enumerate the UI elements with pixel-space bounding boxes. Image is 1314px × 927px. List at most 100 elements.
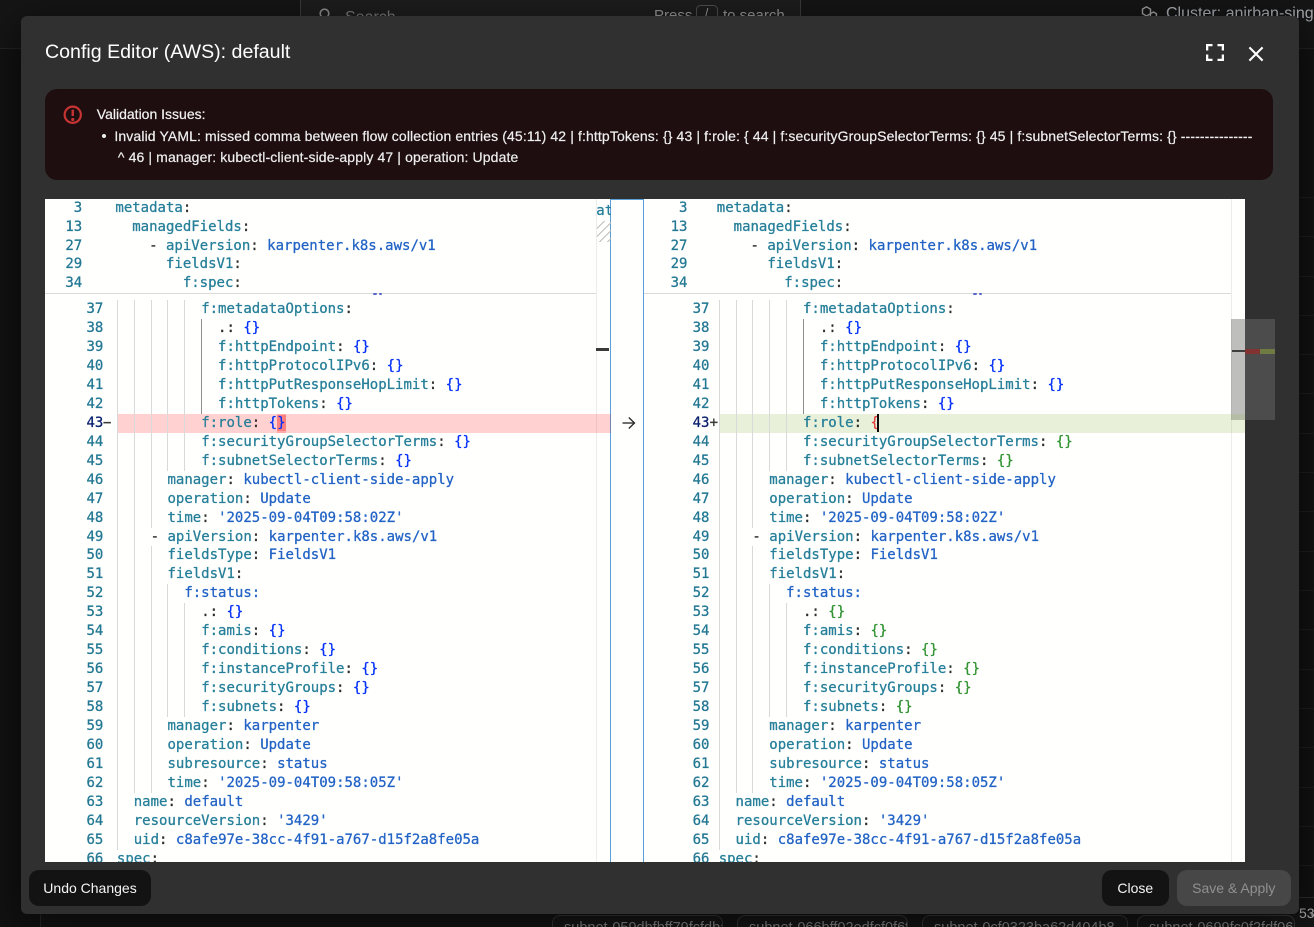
line-number[interactable]: 66: [45, 850, 103, 862]
code-line[interactable]: name: default: [117, 793, 243, 812]
code-line[interactable]: subresource: status: [719, 755, 930, 774]
save-apply-button[interactable]: Save & Apply: [1177, 870, 1292, 906]
code-line[interactable]: uid: c8afe97e-38cc-4f91-a767-d15f2a8fe05…: [719, 831, 1081, 850]
code-line[interactable]: f:httpTokens: {}: [719, 395, 955, 414]
line-number[interactable]: 49: [644, 528, 709, 547]
code-line[interactable]: .: {}: [117, 603, 243, 622]
close-button[interactable]: Close: [1102, 870, 1169, 906]
line-number[interactable]: 65: [45, 831, 103, 850]
code-line[interactable]: resourceVersion: '3429': [719, 812, 930, 831]
line-number[interactable]: 38: [644, 319, 709, 338]
line-number[interactable]: 49: [45, 528, 103, 547]
line-number[interactable]: 58: [644, 698, 709, 717]
line-number[interactable]: 44: [45, 433, 103, 452]
code-line[interactable]: time: '2025-09-04T09:58:05Z': [117, 774, 404, 793]
line-number[interactable]: 50: [644, 546, 709, 565]
line-number[interactable]: 45: [45, 452, 103, 471]
code-line[interactable]: time: '2025-09-04T09:58:02Z': [719, 509, 1006, 528]
line-number[interactable]: 41: [644, 376, 709, 395]
sticky-code-line[interactable]: f:spec:: [717, 274, 843, 293]
code-line[interactable]: f:role: {: [719, 414, 879, 433]
code-line[interactable]: subresource: status: [117, 755, 328, 774]
line-number[interactable]: 65: [644, 831, 709, 850]
line-number[interactable]: 58: [45, 698, 103, 717]
line-number[interactable]: 51: [45, 565, 103, 584]
code-line[interactable]: f:subnets: {}: [117, 698, 311, 717]
line-number[interactable]: 46: [644, 471, 709, 490]
line-number[interactable]: 45: [644, 452, 709, 471]
line-number[interactable]: 46: [45, 471, 103, 490]
line-number[interactable]: 44: [644, 433, 709, 452]
line-number[interactable]: 57: [45, 679, 103, 698]
line-number[interactable]: 48: [644, 509, 709, 528]
code-line[interactable]: f:securityGroups: {}: [719, 679, 972, 698]
line-number[interactable]: 42: [644, 395, 709, 414]
line-number[interactable]: 42: [45, 395, 103, 414]
line-number[interactable]: 52: [45, 584, 103, 603]
code-line[interactable]: manager: karpenter: [719, 717, 921, 736]
line-number[interactable]: 56: [45, 660, 103, 679]
close-icon[interactable]: [1248, 46, 1264, 62]
line-number[interactable]: 60: [45, 736, 103, 755]
code-line[interactable]: f:metadataOptions:: [117, 300, 353, 319]
code-line[interactable]: f:metadataOptions:: [719, 300, 955, 319]
line-number[interactable]: 62: [45, 774, 103, 793]
code-line[interactable]: f:securityGroupSelectorTerms: {}: [117, 433, 471, 452]
revert-arrow-icon[interactable]: [621, 415, 636, 431]
line-number[interactable]: 37: [644, 300, 709, 319]
code-line[interactable]: operation: Update: [117, 490, 311, 509]
code-line[interactable]: spec:: [117, 850, 159, 862]
sticky-code-line[interactable]: fieldsV1:: [115, 255, 241, 274]
code-line[interactable]: fieldsV1:: [117, 565, 243, 584]
code-line[interactable]: name: default: [719, 793, 845, 812]
code-line[interactable]: - apiVersion: karpenter.k8s.aws/v1: [719, 528, 1039, 547]
line-number[interactable]: 43: [644, 414, 709, 433]
original-editor-pane[interactable]: 3metadata:13 managedFields:27 - apiVersi…: [45, 199, 611, 862]
line-number[interactable]: 39: [45, 338, 103, 357]
line-number[interactable]: 37: [45, 300, 103, 319]
sticky-code-line[interactable]: f:spec:: [115, 274, 241, 293]
code-line[interactable]: operation: Update: [719, 490, 913, 509]
code-line[interactable]: spec:: [719, 850, 761, 862]
sticky-code-line[interactable]: managedFields:: [717, 218, 852, 237]
line-number[interactable]: 47: [45, 490, 103, 509]
line-number[interactable]: 43: [45, 414, 103, 433]
line-number[interactable]: 39: [644, 338, 709, 357]
code-line[interactable]: f:securityGroups: {}: [117, 679, 370, 698]
code-line[interactable]: f:securityGroupSelectorTerms: {}: [719, 433, 1073, 452]
sticky-code-line[interactable]: - apiVersion: karpenter.k8s.aws/v1: [717, 237, 1037, 256]
line-number[interactable]: 40: [45, 357, 103, 376]
code-line[interactable]: f:httpPutResponseHopLimit: {}: [719, 376, 1065, 395]
line-number[interactable]: 41: [45, 376, 103, 395]
code-line[interactable]: f:instanceProfile: {}: [117, 660, 378, 679]
code-line[interactable]: f:httpProtocolIPv6: {}: [719, 357, 1006, 376]
line-number[interactable]: 61: [644, 755, 709, 774]
sticky-code-line[interactable]: fieldsV1:: [717, 255, 843, 274]
line-number[interactable]: 55: [644, 641, 709, 660]
line-number[interactable]: 57: [644, 679, 709, 698]
code-line[interactable]: manager: kubectl-client-side-apply: [719, 471, 1056, 490]
line-number[interactable]: 64: [45, 812, 103, 831]
line-number[interactable]: 63: [644, 793, 709, 812]
code-line[interactable]: fieldsType: FieldsV1: [719, 546, 938, 565]
modified-editor-pane[interactable]: 3metadata:13 managedFields:27 - apiVersi…: [644, 199, 1245, 862]
code-line[interactable]: f:subnetSelectorTerms: {}: [117, 452, 412, 471]
code-line[interactable]: .: {}: [719, 319, 862, 338]
code-line[interactable]: .: {}: [719, 603, 845, 622]
sticky-code-line[interactable]: - apiVersion: karpenter.k8s.aws/v1: [115, 237, 435, 256]
line-number[interactable]: 53: [644, 603, 709, 622]
sticky-code-line[interactable]: managedFields:: [115, 218, 250, 237]
code-line[interactable]: f:status:: [117, 584, 260, 603]
line-number[interactable]: 40: [644, 357, 709, 376]
code-line[interactable]: time: '2025-09-04T09:58:02Z': [117, 509, 404, 528]
code-line[interactable]: f:subnetSelectorTerms: {}: [719, 452, 1014, 471]
line-number[interactable]: 54: [45, 622, 103, 641]
code-line[interactable]: f:subnets: {}: [719, 698, 913, 717]
code-line[interactable]: f:httpProtocolIPv6: {}: [117, 357, 404, 376]
code-line[interactable]: f:status:: [719, 584, 862, 603]
code-line[interactable]: f:httpTokens: {}: [117, 395, 353, 414]
code-line[interactable]: f:amis: {}: [719, 622, 888, 641]
fullscreen-icon[interactable]: [1206, 44, 1224, 61]
code-line[interactable]: f:httpEndpoint: {}: [719, 338, 972, 357]
code-line[interactable]: time: '2025-09-04T09:58:05Z': [719, 774, 1006, 793]
